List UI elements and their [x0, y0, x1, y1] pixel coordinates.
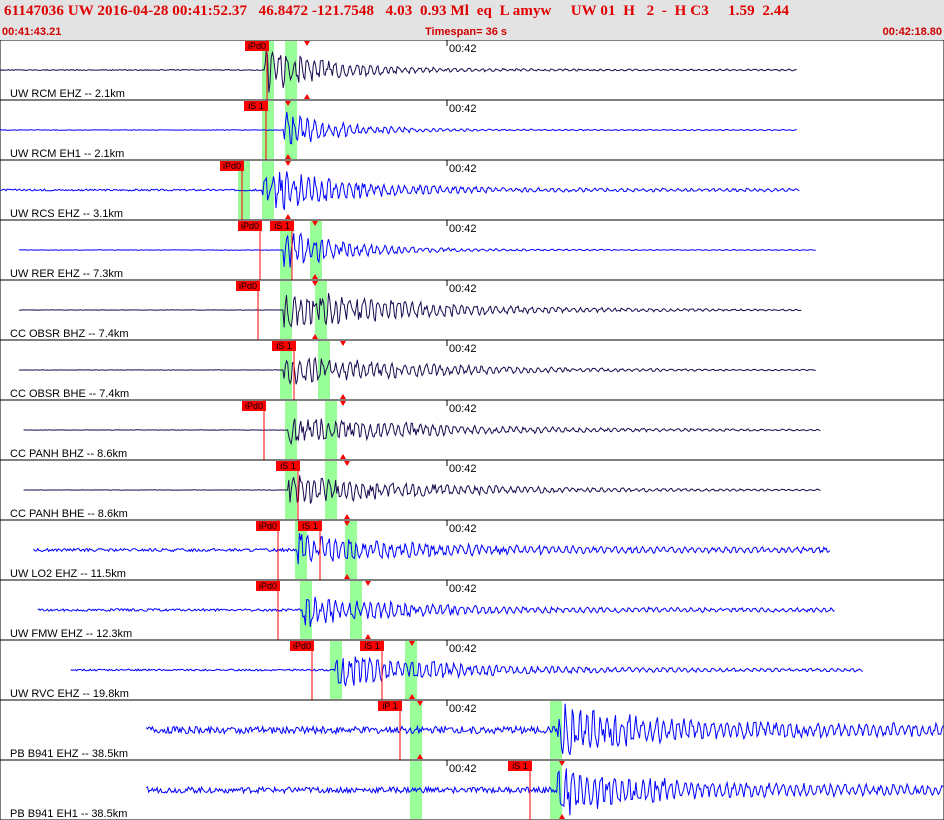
trace-panel[interactable]: iS 1 00:42 CC PANH BHE -- 8.6km — [0, 459, 944, 521]
pick-label: iPd0 — [241, 221, 259, 231]
trace-panel[interactable]: iS 1 00:42 PB B941 EH1 -- 38.5km — [0, 759, 944, 820]
pick-window — [262, 161, 274, 219]
minute-label: 00:42 — [449, 403, 477, 415]
trace-panel[interactable]: iS 1 00:42 UW RCM EH1 -- 2.1km — [0, 99, 944, 161]
pick-label: iPd0 — [293, 641, 311, 651]
pick-label: iS 1 — [274, 221, 290, 231]
minute-label: 00:42 — [449, 763, 477, 775]
station-label: PB B941 EH1 -- 38.5km — [10, 808, 127, 820]
minute-label: 00:42 — [449, 583, 477, 595]
station-label: UW RCM EH1 -- 2.1km — [10, 148, 124, 160]
pick-label: iPd0 — [245, 401, 263, 411]
trace-panel[interactable]: iS 1 00:42 CC OBSR BHE -- 7.4km — [0, 339, 944, 401]
station-label: UW RCM EHZ -- 2.1km — [10, 88, 125, 100]
pick-label: iS 1 — [276, 341, 292, 351]
pick-label: iPd0 — [259, 521, 277, 531]
pick-window — [405, 641, 417, 699]
minute-label: 00:42 — [449, 703, 477, 715]
pick-label: iPd0 — [248, 41, 266, 51]
station-label: CC PANH BHE -- 8.6km — [10, 508, 128, 520]
event-summary: 61147036 UW 2016-04-28 00:41:52.37 46.84… — [4, 3, 790, 19]
trace-panel[interactable]: iPd0 00:42 UW RCS EHZ -- 3.1km — [0, 159, 944, 221]
trace-panel[interactable]: iPd0 00:42 CC PANH BHZ -- 8.6km — [0, 399, 944, 461]
minute-label: 00:42 — [449, 283, 477, 295]
station-label: PB B941 EHZ -- 38.5km — [10, 748, 128, 760]
pick-label: iPd0 — [239, 281, 257, 291]
minute-label: 00:42 — [449, 43, 477, 55]
pick-label: iS 1 — [512, 761, 528, 771]
station-label: UW LO2 EHZ -- 11.5km — [10, 568, 126, 580]
timespan-label: Timespan= 36 s — [425, 26, 508, 38]
trace-panel[interactable]: iPd0 iS 1 00:42 UW RER EHZ -- 7.3km — [0, 219, 944, 281]
trace-panel[interactable]: iPd0 00:42 CC OBSR BHZ -- 7.4km — [0, 279, 944, 341]
minute-label: 00:42 — [449, 343, 477, 355]
station-label: UW FMW EHZ -- 12.3km — [10, 628, 132, 640]
station-label: CC PANH BHZ -- 8.6km — [10, 448, 127, 460]
station-label: CC OBSR BHE -- 7.4km — [10, 388, 129, 400]
trace-panel[interactable]: iP 1 00:42 PB B941 EHZ -- 38.5km — [0, 699, 944, 761]
minute-label: 00:42 — [449, 523, 477, 535]
minute-label: 00:42 — [449, 643, 477, 655]
pick-label: iPd0 — [259, 581, 277, 591]
trace-panel[interactable]: iPd0 iS 1 00:42 UW LO2 EHZ -- 11.5km — [0, 519, 944, 581]
start-time: 00:41:43.21 — [2, 26, 62, 38]
pick-window — [350, 581, 362, 639]
station-label: UW RVC EHZ -- 19.8km — [10, 688, 129, 700]
pick-label: iS 1 — [364, 641, 380, 651]
end-time: 00:42:18.80 — [882, 26, 942, 38]
pick-label: iPd0 — [223, 161, 241, 171]
seismogram-panels[interactable]: iPd0 00:42 UW RCM EHZ -- 2.1km iS 1 00:42 UW … — [0, 40, 944, 820]
pick-label: iS 1 — [302, 521, 318, 531]
event-header: 61147036 UW 2016-04-28 00:41:52.37 46.84… — [0, 0, 944, 40]
minute-label: 00:42 — [449, 463, 477, 475]
station-label: UW RCS EHZ -- 3.1km — [10, 208, 123, 220]
station-label: UW RER EHZ -- 7.3km — [10, 268, 123, 280]
station-label: CC OBSR BHZ -- 7.4km — [10, 328, 129, 340]
minute-label: 00:42 — [449, 163, 477, 175]
pick-window — [285, 41, 297, 99]
pick-label: iP 1 — [382, 701, 397, 711]
minute-label: 00:42 — [449, 103, 477, 115]
pick-label: iS 1 — [280, 461, 296, 471]
trace-panel[interactable]: iPd0 iS 1 00:42 UW RVC EHZ -- 19.8km — [0, 639, 944, 701]
minute-label: 00:42 — [449, 223, 477, 235]
trace-panel[interactable]: iPd0 00:42 UW RCM EHZ -- 2.1km — [0, 40, 944, 101]
trace-panel[interactable]: iPd0 00:42 UW FMW EHZ -- 12.3km — [0, 579, 944, 641]
pick-label: iS 1 — [248, 101, 264, 111]
